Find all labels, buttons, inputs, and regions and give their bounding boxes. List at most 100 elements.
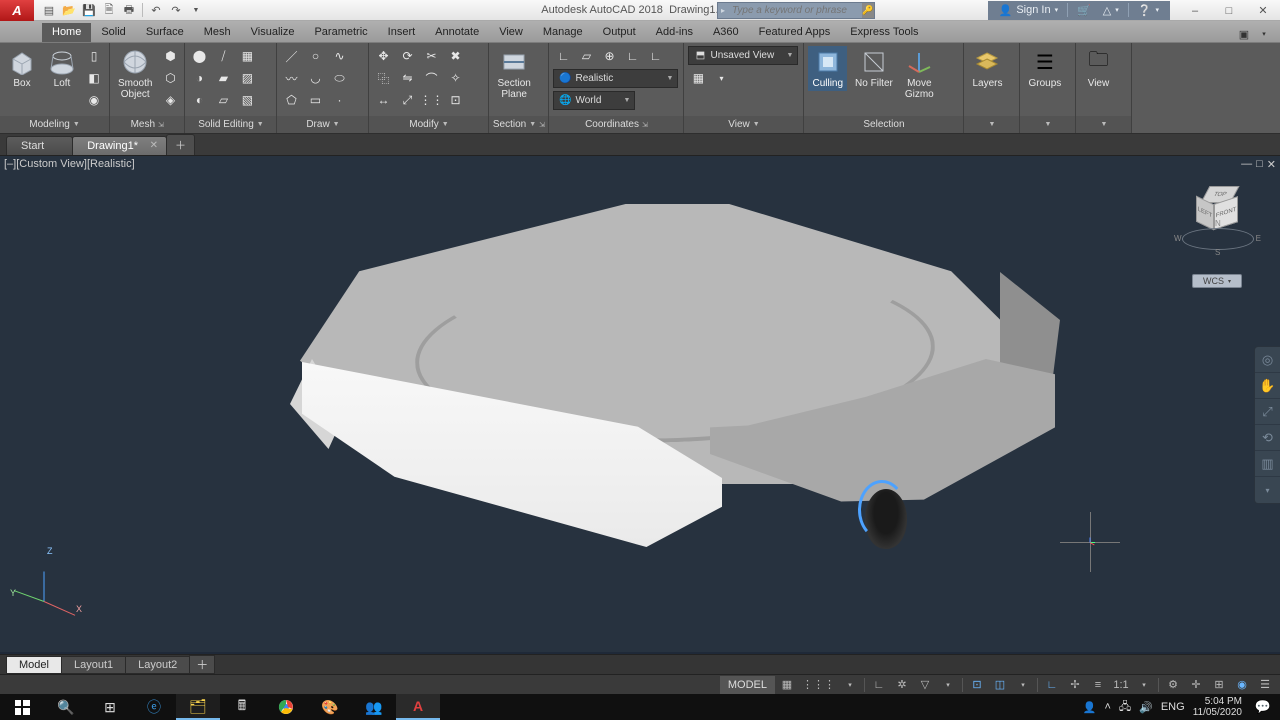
rotate-icon[interactable]: ⟳ [397, 46, 417, 66]
taskbar-paint-icon[interactable]: 🎨 [308, 694, 352, 720]
nofilter-button[interactable]: No Filter [851, 46, 897, 91]
culling-button[interactable]: Culling [808, 46, 847, 91]
copy-icon[interactable]: ⿻ [373, 68, 393, 88]
taskbar-edge-icon[interactable]: ⓔ [132, 694, 176, 720]
taskview-button[interactable]: ⊞ [88, 694, 132, 720]
vp-max-icon[interactable]: □ [1256, 158, 1263, 171]
line-icon[interactable]: ／ [281, 46, 301, 66]
ellipse-icon[interactable]: ⬭ [329, 68, 349, 88]
ucs-indicator[interactable]: Z Y X [14, 552, 84, 612]
point-icon[interactable]: · [329, 90, 349, 110]
status-3dosnap-icon[interactable]: ◫ [989, 676, 1011, 694]
help-icon[interactable]: ❔▾ [1135, 4, 1162, 17]
start-button[interactable] [0, 694, 44, 720]
intersect-icon[interactable]: ◐ [189, 90, 209, 110]
signin-button[interactable]: 👤 Sign In ▾ [996, 4, 1061, 17]
nav-showmotion-icon[interactable]: ▥ [1255, 451, 1280, 477]
visual-style-dropdown[interactable]: 🔵Realistic▼ [553, 69, 678, 88]
status-iso-icon[interactable]: ▽ [914, 676, 936, 694]
status-snap-icon[interactable]: ⋮⋮⋮ [799, 676, 838, 694]
help-search-input[interactable] [728, 5, 862, 16]
shell-icon[interactable]: ▧ [237, 90, 257, 110]
tab-home[interactable]: Home [42, 23, 91, 42]
tab-view[interactable]: View [489, 23, 533, 42]
smooth-object-button[interactable]: Smooth Object [114, 46, 156, 102]
move-icon[interactable]: ✥ [373, 46, 393, 66]
status-3dosnap-arrow-icon[interactable]: ▾ [1012, 676, 1034, 694]
layers-button[interactable]: Layers [968, 46, 1006, 91]
mirror-icon[interactable]: ⇋ [397, 68, 417, 88]
thicken-icon[interactable]: ▰ [213, 68, 233, 88]
trim-icon[interactable]: ✂ [421, 46, 441, 66]
tray-chevron-icon[interactable]: ˄ [1104, 701, 1110, 713]
status-scale-arrow-icon[interactable]: ▾ [1133, 676, 1155, 694]
search-go-icon[interactable]: 🔑 [862, 3, 874, 18]
mesh-tool-1-icon[interactable]: ⬢ [160, 46, 180, 66]
status-dyninput-icon[interactable]: ✢ [1064, 676, 1086, 694]
scale-icon[interactable]: ⤢ [397, 90, 417, 110]
view-cube[interactable]: TOP LEFT FRONT N E S W WCS▾ [1178, 178, 1258, 268]
mesh-tool-2-icon[interactable]: ⬡ [160, 68, 180, 88]
nav-more-icon[interactable]: ▾ [1255, 477, 1280, 503]
explode-icon[interactable]: ✧ [445, 68, 465, 88]
taskbar-calc-icon[interactable]: 🖩 [220, 694, 264, 720]
exchange-icon[interactable]: 🛒 [1074, 4, 1094, 17]
status-lineweight-icon[interactable]: ≡ [1087, 676, 1109, 694]
tab-annotate[interactable]: Annotate [425, 23, 489, 42]
stretch-icon[interactable]: ↔ [373, 90, 393, 110]
qat-save-icon[interactable]: 💾 [80, 1, 98, 19]
filetab-new[interactable]: ＋ [166, 134, 195, 155]
status-grid-icon[interactable]: ▦ [776, 676, 798, 694]
filetab-start[interactable]: Start [6, 136, 73, 155]
extrude-icon[interactable]: ▯ [84, 46, 104, 66]
viewcube-wcs[interactable]: WCS▾ [1192, 274, 1242, 288]
viewcube-compass[interactable]: N E S W [1178, 228, 1258, 258]
status-osnap-icon[interactable]: ⊡ [966, 676, 988, 694]
filetab-close-icon[interactable]: ✕ [150, 140, 158, 151]
tray-clock[interactable]: 5:04 PM 11/05/2020 [1193, 696, 1242, 718]
status-dynucs-icon[interactable]: ∟ [1041, 676, 1063, 694]
ucs-named-icon[interactable]: ∟ [622, 46, 642, 66]
view-tool2-icon[interactable]: ▾ [711, 68, 731, 88]
status-gear-icon[interactable]: ⚙ [1162, 676, 1184, 694]
taskbar-autocad-icon[interactable]: A [396, 694, 440, 720]
tab-solid[interactable]: Solid [91, 23, 135, 42]
qat-print-icon[interactable]: 🖶 [120, 1, 138, 19]
tab-surface[interactable]: Surface [136, 23, 194, 42]
nav-orbit-icon[interactable]: ⟲ [1255, 425, 1280, 451]
ribbon-focus-icon[interactable]: ▣ [1236, 26, 1252, 42]
arc-icon[interactable]: ◡ [305, 68, 325, 88]
taskbar-teams-icon[interactable]: 👥 [352, 694, 396, 720]
status-ortho-icon[interactable]: ∟ [868, 676, 890, 694]
presspull-icon[interactable]: ◧ [84, 68, 104, 88]
tray-volume-icon[interactable]: 🔊 [1139, 701, 1153, 714]
viewport-label[interactable]: [–][Custom View][Realistic] [4, 158, 135, 170]
status-hardware-icon[interactable]: ◉ [1231, 676, 1253, 694]
tab-output[interactable]: Output [593, 23, 646, 42]
tray-people-icon[interactable]: 👤 [1083, 701, 1097, 714]
tab-manage[interactable]: Manage [533, 23, 593, 42]
tab-insert[interactable]: Insert [378, 23, 426, 42]
imprint-icon[interactable]: ▱ [213, 90, 233, 110]
taskbar-chrome-icon[interactable] [264, 694, 308, 720]
view-button[interactable]: 🗀 View [1080, 46, 1116, 91]
polyline-icon[interactable]: 〰 [281, 68, 301, 88]
status-tile-icon[interactable]: ⊞ [1208, 676, 1230, 694]
status-iso-arrow-icon[interactable]: ▾ [937, 676, 959, 694]
box-button[interactable]: Box [4, 46, 40, 91]
layout-layout1[interactable]: Layout1 [61, 656, 126, 674]
tab-express[interactable]: Express Tools [840, 23, 928, 42]
status-scale-label[interactable]: 1:1 [1110, 676, 1132, 694]
ucs-world-dropdown[interactable]: 🌐World▼ [553, 91, 635, 110]
nav-zoom-icon[interactable]: ⤢ [1255, 399, 1280, 425]
maximize-button[interactable]: □ [1212, 0, 1246, 21]
nav-pan-icon[interactable]: ✋ [1255, 373, 1280, 399]
loft-button[interactable]: Loft [44, 46, 80, 91]
status-plus-icon[interactable]: ✛ [1185, 676, 1207, 694]
vp-close-icon[interactable]: ✕ [1267, 158, 1276, 171]
rectangle-icon[interactable]: ▭ [305, 90, 325, 110]
help-search[interactable]: ▸ 🔑 [717, 2, 875, 19]
ucs-icon-icon[interactable]: ∟ [553, 46, 573, 66]
move-gizmo-button[interactable]: Move Gizmo [901, 46, 938, 102]
ucs-face-icon[interactable]: ▱ [576, 46, 596, 66]
